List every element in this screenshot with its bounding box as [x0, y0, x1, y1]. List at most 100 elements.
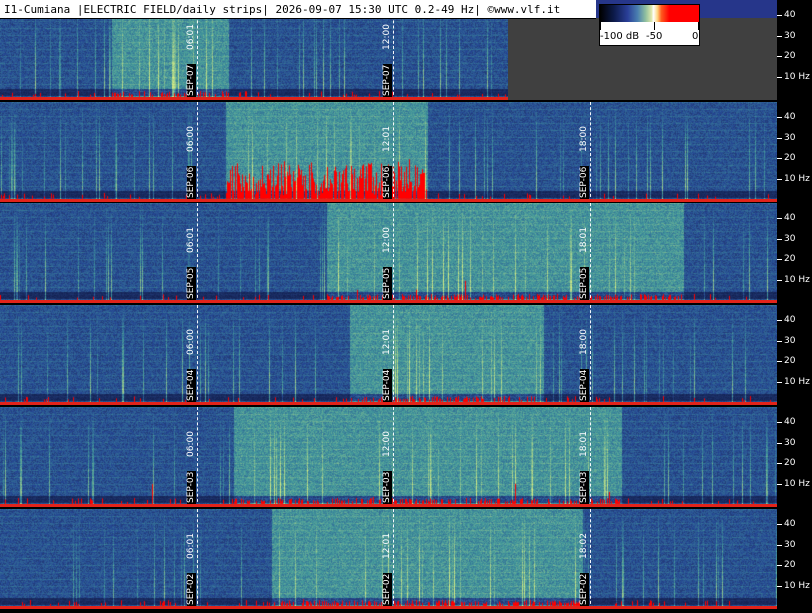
- hour-marker-label: 12:00: [382, 227, 392, 253]
- scale-tick: [777, 545, 782, 546]
- colorbar-gradient: [600, 5, 699, 22]
- scale-tick: [777, 239, 782, 240]
- date-label: SEP-06: [382, 165, 392, 199]
- date-label: SEP-04: [579, 368, 589, 402]
- scale-tick: [777, 586, 782, 587]
- hour-marker-line: [590, 203, 591, 303]
- scale-label: 30: [784, 234, 796, 244]
- colorbar-label-min: -100 dB: [600, 31, 640, 42]
- scale-label: 30: [784, 336, 796, 346]
- hour-marker-line: [590, 102, 591, 202]
- scale-tick: [777, 341, 782, 342]
- hour-marker-line: [197, 102, 198, 202]
- strip-sep-04: 06:00 SEP-04 12:01 SEP-04 18:00 SEP-04 40 30 20 1…: [0, 305, 812, 405]
- scale-tick: [777, 524, 782, 525]
- scale-tick: [777, 361, 782, 362]
- scale-label: 20: [784, 153, 796, 163]
- header-title: I1-Cumiana |ELECTRIC FIELD/daily strips|…: [4, 3, 561, 16]
- scale-label: 40: [784, 519, 796, 529]
- colorbar: -100 dB -50 0: [599, 4, 700, 46]
- scale-label: 40: [784, 417, 796, 427]
- scale-label: 10 Hz: [784, 72, 810, 82]
- hour-marker-line: [590, 407, 591, 507]
- scale-tick: [777, 158, 782, 159]
- hour-marker-label: 18:02: [579, 533, 589, 559]
- hour-marker-line: [197, 305, 198, 405]
- spectrogram-stage: 06:01 SEP-07 12:00 SEP-07 40 30 20 10 Hz 06:00 SE…: [0, 0, 812, 613]
- colorbar-tick: [654, 22, 655, 30]
- scale-label: 40: [784, 213, 796, 223]
- hour-marker-label: 12:00: [382, 431, 392, 457]
- scale-tick: [777, 117, 782, 118]
- scale-tick: [777, 463, 782, 464]
- hour-marker-line: [393, 203, 394, 303]
- hour-marker-label: 18:01: [579, 431, 589, 457]
- strip-sep-05: 06:01 SEP-05 12:00 SEP-05 18:01 SEP-05 40 30 20 1…: [0, 203, 812, 303]
- strip-baseline: [0, 402, 777, 405]
- strip-sep-03: 06:00 SEP-03 12:00 SEP-03 18:01 SEP-03 40 30 20 1…: [0, 407, 812, 507]
- colorbar-tick: [600, 22, 601, 30]
- hour-marker-label: 12:01: [382, 126, 392, 152]
- scale-tick: [777, 179, 782, 180]
- strip-baseline: [0, 504, 777, 507]
- frequency-scale: 40 30 20 10 Hz: [777, 509, 812, 609]
- date-label: SEP-05: [579, 266, 589, 300]
- date-label: SEP-04: [382, 368, 392, 402]
- strip-baseline: [0, 199, 777, 202]
- hour-marker-label: 06:00: [186, 126, 196, 152]
- scale-label: 20: [784, 560, 796, 570]
- scale-label: 20: [784, 51, 796, 61]
- hour-marker-label: 06:00: [186, 431, 196, 457]
- scale-tick: [777, 56, 782, 57]
- strip-sep-06: 06:00 SEP-06 12:01 SEP-06 18:00 SEP-06 40 30 20 1…: [0, 102, 812, 202]
- hour-marker-line: [197, 407, 198, 507]
- colorbar-label-mid: -50: [646, 31, 663, 42]
- scale-tick: [777, 565, 782, 566]
- date-label: SEP-03: [579, 470, 589, 504]
- hour-marker-line: [197, 203, 198, 303]
- date-label: SEP-05: [382, 266, 392, 300]
- date-label: SEP-03: [382, 470, 392, 504]
- scale-tick: [777, 259, 782, 260]
- hour-marker-label: 06:01: [186, 227, 196, 253]
- scale-tick: [777, 77, 782, 78]
- scale-label: 20: [784, 254, 796, 264]
- strip-baseline: [0, 300, 777, 303]
- hour-marker-line: [590, 509, 591, 609]
- scale-label: 10 Hz: [784, 377, 810, 387]
- scale-label: 30: [784, 438, 796, 448]
- hour-marker-label: 12:01: [382, 533, 392, 559]
- scale-tick: [777, 218, 782, 219]
- date-label: SEP-07: [186, 63, 196, 97]
- date-label: SEP-06: [579, 165, 589, 199]
- scale-label: 30: [784, 31, 796, 41]
- strip-baseline: [0, 606, 777, 609]
- date-label: SEP-02: [382, 572, 392, 606]
- scale-label: 10 Hz: [784, 581, 810, 591]
- date-label: SEP-02: [186, 572, 196, 606]
- hour-marker-line: [393, 305, 394, 405]
- scale-label: 40: [784, 10, 796, 20]
- scale-tick: [777, 15, 782, 16]
- hour-marker-label: 12:00: [382, 24, 392, 50]
- hour-marker-label: 06:00: [186, 329, 196, 355]
- frequency-scale: 40 30 20 10 Hz: [777, 407, 812, 507]
- hour-marker-label: 06:01: [186, 533, 196, 559]
- header-bar: I1-Cumiana |ELECTRIC FIELD/daily strips|…: [0, 0, 596, 19]
- frequency-scale: 40 30 20 10 Hz: [777, 102, 812, 202]
- scale-tick: [777, 484, 782, 485]
- scale-tick: [777, 36, 782, 37]
- scale-tick: [777, 443, 782, 444]
- strip-baseline: [0, 97, 508, 100]
- scale-label: 40: [784, 315, 796, 325]
- scale-label: 30: [784, 540, 796, 550]
- hour-marker-label: 18:00: [579, 126, 589, 152]
- frequency-scale: 40 30 20 10 Hz: [777, 305, 812, 405]
- date-label: SEP-06: [186, 165, 196, 199]
- hour-marker-line: [393, 407, 394, 507]
- scale-label: 10 Hz: [784, 275, 810, 285]
- scale-tick: [777, 138, 782, 139]
- date-label: SEP-07: [382, 63, 392, 97]
- scale-label: 40: [784, 112, 796, 122]
- scale-label: 10 Hz: [784, 479, 810, 489]
